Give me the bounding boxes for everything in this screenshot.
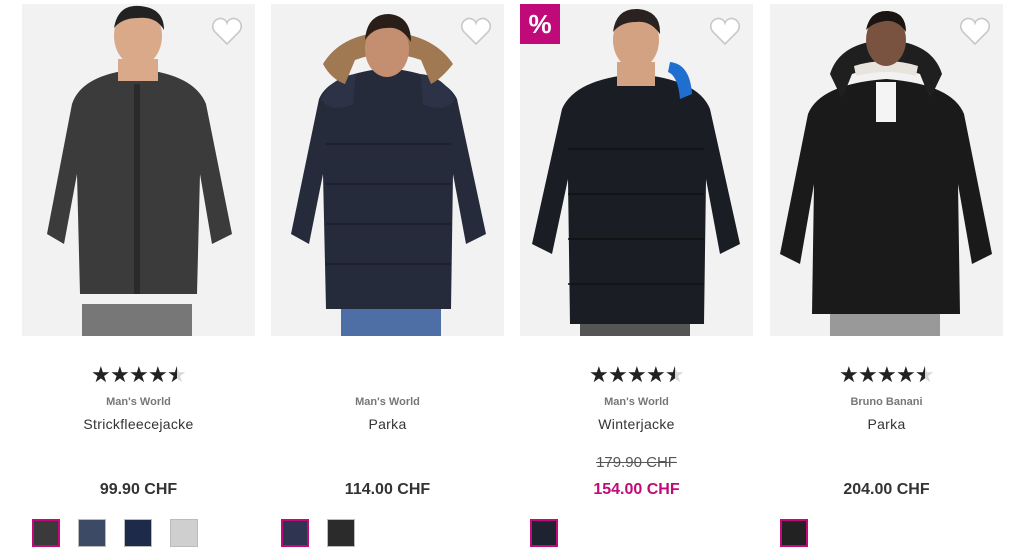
color-swatches (281, 519, 355, 547)
color-swatch[interactable] (32, 519, 60, 547)
product-brand: Man's World (355, 396, 420, 408)
color-swatches (780, 519, 808, 547)
star-icon: ★★ (839, 362, 859, 387)
wishlist-heart-icon[interactable] (959, 16, 991, 48)
rating-stars: ★★★★★★★★★★ (520, 364, 753, 386)
product-name[interactable]: Strickfleecejacke (22, 416, 255, 432)
star-icon: ★★ (91, 362, 111, 387)
color-swatch[interactable] (530, 519, 558, 547)
star-icon: ★★ (646, 362, 666, 387)
product-card[interactable]: ★★★★★★★★★★ Man's World Strickfleecejacke… (22, 4, 255, 560)
wishlist-heart-icon[interactable] (460, 16, 492, 48)
star-icon: ★★ (858, 362, 878, 387)
rating-stars: ★★★★★★★★★★ (770, 364, 1003, 386)
color-swatch[interactable] (78, 519, 106, 547)
color-swatch[interactable] (281, 519, 309, 547)
product-image[interactable] (770, 4, 1003, 336)
product-brand: Bruno Banani (850, 396, 923, 408)
product-brand: Man's World (604, 396, 669, 408)
star-icon: ★★ (608, 362, 628, 387)
star-icon: ★★ (589, 362, 609, 387)
product-brand: Man's World (106, 396, 171, 408)
rating-stars: ★★★★★★★★★★ (22, 364, 255, 386)
color-swatch[interactable] (327, 519, 355, 547)
star-icon: ★★ (129, 362, 149, 387)
product-card[interactable]: Man's World Parka 114.00 CHF (271, 4, 504, 560)
product-photo (47, 5, 232, 336)
product-price: 204.00 CHF (843, 481, 930, 498)
star-icon: ★★ (148, 362, 168, 387)
wishlist-heart-icon[interactable] (709, 16, 741, 48)
product-price: 114.00 CHF (344, 481, 431, 498)
color-swatch[interactable] (780, 519, 808, 547)
color-swatches (32, 519, 198, 547)
product-card[interactable]: ★★★★★★★★★★ Bruno Banani Parka 204.00 CHF (770, 4, 1003, 560)
star-icon: ★★ (915, 362, 935, 387)
star-icon: ★★ (877, 362, 897, 387)
product-old-price: 179.90 CHF (596, 454, 677, 471)
star-icon: ★★ (110, 362, 130, 387)
product-card[interactable]: % ★★★★★★★★★★ Man's World Winterjacke 179… (520, 4, 753, 560)
product-photo (291, 14, 486, 336)
product-image[interactable] (22, 4, 255, 336)
color-swatches (530, 519, 558, 547)
star-icon: ★★ (627, 362, 647, 387)
product-sale-price: 154.00 CHF (593, 481, 680, 498)
product-name[interactable]: Parka (770, 416, 1003, 432)
wishlist-heart-icon[interactable] (211, 16, 243, 48)
star-icon: ★★ (665, 362, 685, 387)
star-icon: ★★ (896, 362, 916, 387)
product-image[interactable] (271, 4, 504, 336)
product-image[interactable]: % (520, 4, 753, 336)
product-photo (780, 10, 992, 336)
product-photo (532, 8, 740, 336)
color-swatch[interactable] (124, 519, 152, 547)
sale-badge: % (520, 4, 560, 44)
product-name[interactable]: Winterjacke (520, 416, 753, 432)
color-swatch[interactable] (170, 519, 198, 547)
product-name[interactable]: Parka (271, 416, 504, 432)
star-icon: ★★ (167, 362, 187, 387)
product-price: 99.90 CHF (99, 481, 178, 498)
